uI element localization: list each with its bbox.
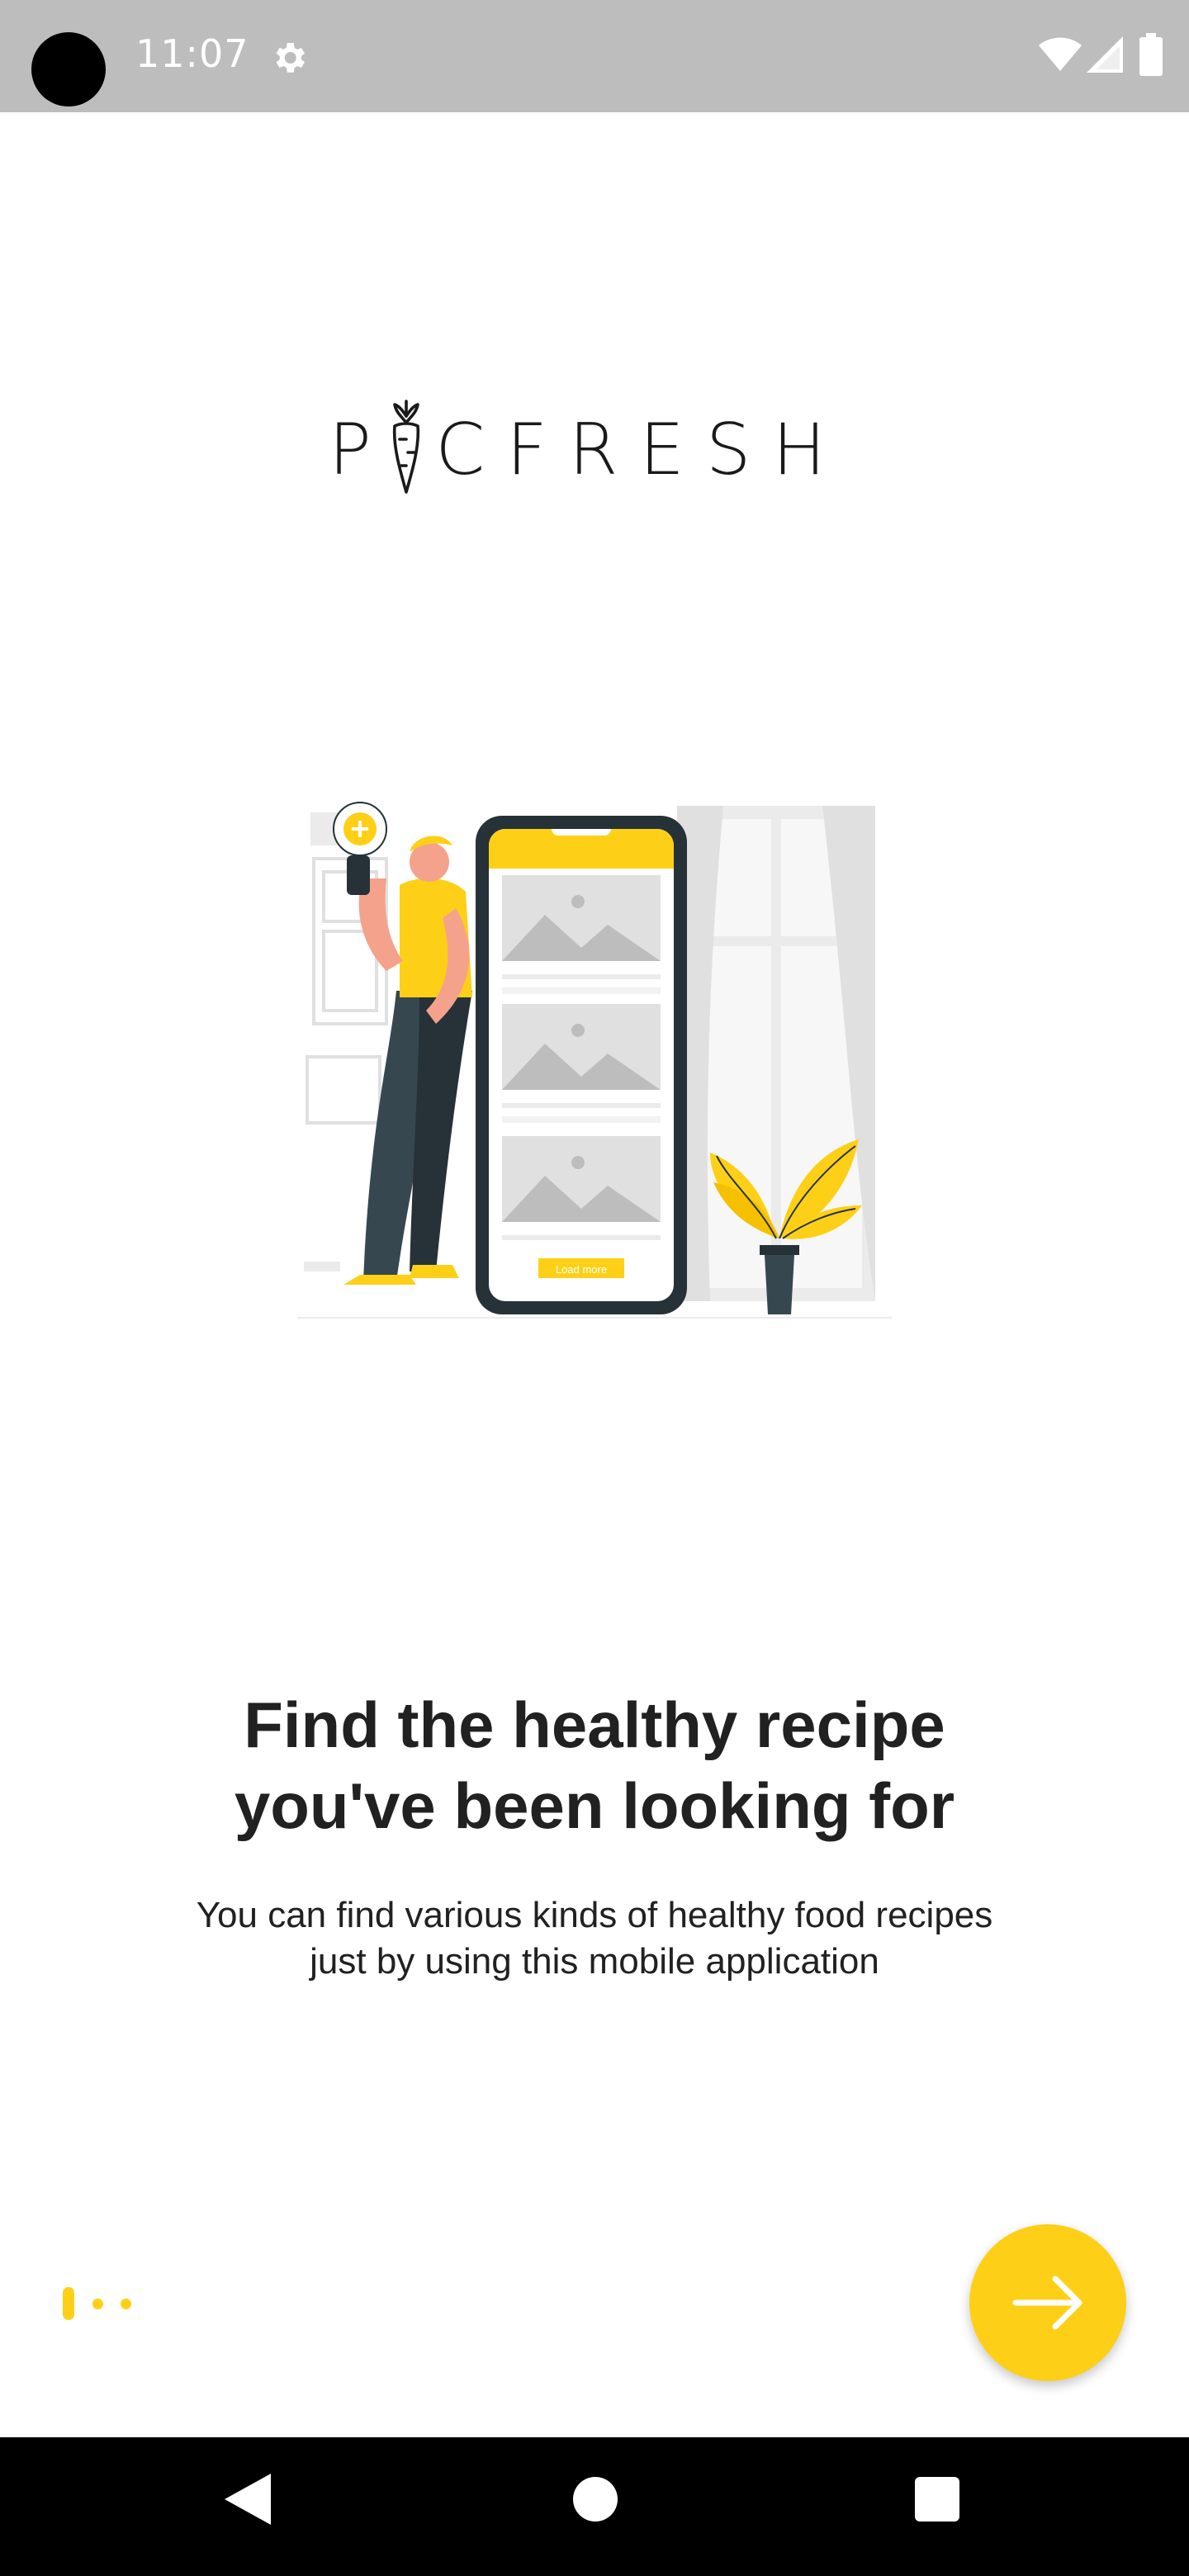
person-illustration <box>333 802 472 1285</box>
battery-icon <box>1139 33 1163 76</box>
logo-letters-rest: CFRESH <box>435 409 848 491</box>
onboarding-illustration: Load more <box>297 802 892 1319</box>
onboarding-title: Find the healthy recipe you've been look… <box>99 1684 1090 1846</box>
window-illustration <box>677 806 875 1301</box>
page-indicator <box>63 2287 145 2320</box>
status-time: 11:07 <box>135 31 249 76</box>
subtitle-line-2: just by using this mobile application <box>310 1941 879 1982</box>
camera-cutout <box>31 32 106 107</box>
recents-icon[interactable] <box>915 2477 959 2522</box>
system-nav-bar <box>0 2437 1189 2576</box>
arrow-right-icon <box>1012 2275 1082 2330</box>
home-icon[interactable] <box>573 2477 618 2522</box>
title-line-1: Find the healthy recipe <box>244 1688 945 1761</box>
page-indicator-dot <box>121 2299 131 2309</box>
phone-illustration: Load more <box>476 816 687 1314</box>
status-bar: 11:07 <box>0 0 1189 112</box>
signal-icon <box>1087 36 1123 73</box>
subtitle-line-1: You can find various kinds of healthy fo… <box>196 1895 993 1935</box>
wifi-icon <box>1039 37 1082 71</box>
title-line-2: you've been looking for <box>234 1769 955 1842</box>
onboarding-subtitle: You can find various kinds of healthy fo… <box>116 1892 1073 1985</box>
logo-letter-p: P <box>329 409 393 491</box>
back-icon[interactable] <box>225 2474 271 2525</box>
page-indicator-dot <box>92 2299 103 2309</box>
gear-icon <box>276 43 305 73</box>
page-indicator-active <box>63 2287 74 2320</box>
load-more-label: Load more <box>556 1263 607 1276</box>
carrot-icon <box>392 400 420 494</box>
next-button[interactable] <box>969 2224 1126 2381</box>
app-logo: PICFRESH <box>329 396 864 495</box>
